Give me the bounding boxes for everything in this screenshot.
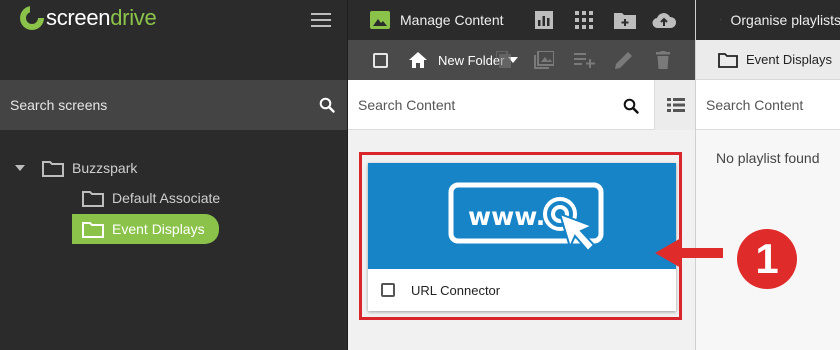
playlist-panel-header: Organise playlists (696, 0, 840, 40)
tree-item-label: Default Associate (112, 190, 221, 206)
content-panel: Manage Content New Folder Search Content… (347, 0, 696, 350)
playlist-folder-row[interactable]: Event Displays (696, 40, 840, 80)
expand-caret-icon[interactable] (15, 165, 25, 171)
library-icon[interactable] (534, 50, 554, 70)
card-thumbnail: www. (368, 163, 676, 269)
bar-chart-icon[interactable] (534, 10, 554, 30)
content-panel-title: Manage Content (400, 12, 504, 28)
annotation-arrow-icon (655, 238, 723, 268)
tree-item-default-associate[interactable]: Default Associate (82, 183, 220, 213)
tree-item-event-displays[interactable]: Event Displays (72, 214, 219, 244)
add-to-playlist-icon[interactable] (574, 50, 596, 70)
logo-mark-icon (20, 6, 44, 30)
select-all-checkbox[interactable] (372, 52, 388, 68)
content-panel-header: Manage Content (348, 0, 696, 40)
thumb-text: www. (468, 202, 545, 231)
search-icon[interactable] (307, 97, 347, 113)
folder-icon (82, 222, 104, 238)
folder-icon (82, 191, 104, 207)
www-click-icon: www. (448, 182, 604, 253)
card-title: URL Connector (411, 282, 501, 298)
content-card-url-connector[interactable]: www. URL Connector (368, 163, 676, 311)
app-root: screendrive Search screens Buzzspark Def… (0, 0, 840, 350)
screens-search-input[interactable]: Search screens (10, 97, 307, 113)
playlist-search-input[interactable]: Search Content (706, 97, 803, 113)
delete-icon[interactable] (654, 50, 672, 70)
add-folder-icon[interactable] (614, 10, 636, 30)
tree-item-label: Event Displays (112, 221, 205, 237)
playlist-folder-label: Event Displays (746, 52, 832, 67)
cloud-upload-icon[interactable] (652, 10, 676, 30)
folder-icon (718, 52, 738, 68)
tree-item-buzzspark[interactable]: Buzzspark (42, 153, 137, 183)
content-search[interactable]: Search Content (348, 80, 696, 130)
grid-icon[interactable] (574, 10, 594, 30)
image-icon (370, 11, 390, 29)
folder-breadcrumb-label: New Folder (438, 52, 505, 68)
logo-text-drive: drive (110, 5, 157, 30)
app-logo[interactable]: screendrive (20, 5, 157, 31)
screens-sidebar: screendrive Search screens Buzzspark Def… (0, 0, 347, 350)
edit-icon[interactable] (614, 50, 634, 70)
content-search-input[interactable]: Search Content (358, 97, 455, 113)
screens-search[interactable]: Search screens (0, 80, 347, 130)
playlist-search[interactable]: Search Content (696, 80, 840, 130)
copy-icon[interactable] (496, 50, 512, 70)
step-number-badge: 1 (737, 229, 797, 289)
playlist-icon (720, 19, 721, 21)
list-view-toggle[interactable] (654, 80, 696, 130)
empty-state-message: No playlist found (716, 150, 820, 166)
home-icon[interactable] (408, 50, 428, 70)
logo-text-screen: screen (46, 5, 111, 30)
menu-icon[interactable] (311, 13, 331, 28)
search-icon[interactable] (622, 97, 640, 115)
card-footer: URL Connector (368, 269, 676, 311)
playlist-panel: Organise playlists Event Displays Search… (695, 0, 840, 350)
tree-item-label: Buzzspark (72, 160, 138, 176)
folder-icon (42, 161, 64, 177)
item-checkbox[interactable] (381, 283, 395, 297)
playlist-panel-title: Organise playlists (730, 12, 840, 28)
content-toolbar: New Folder (348, 40, 696, 80)
list-view-icon (666, 98, 685, 112)
